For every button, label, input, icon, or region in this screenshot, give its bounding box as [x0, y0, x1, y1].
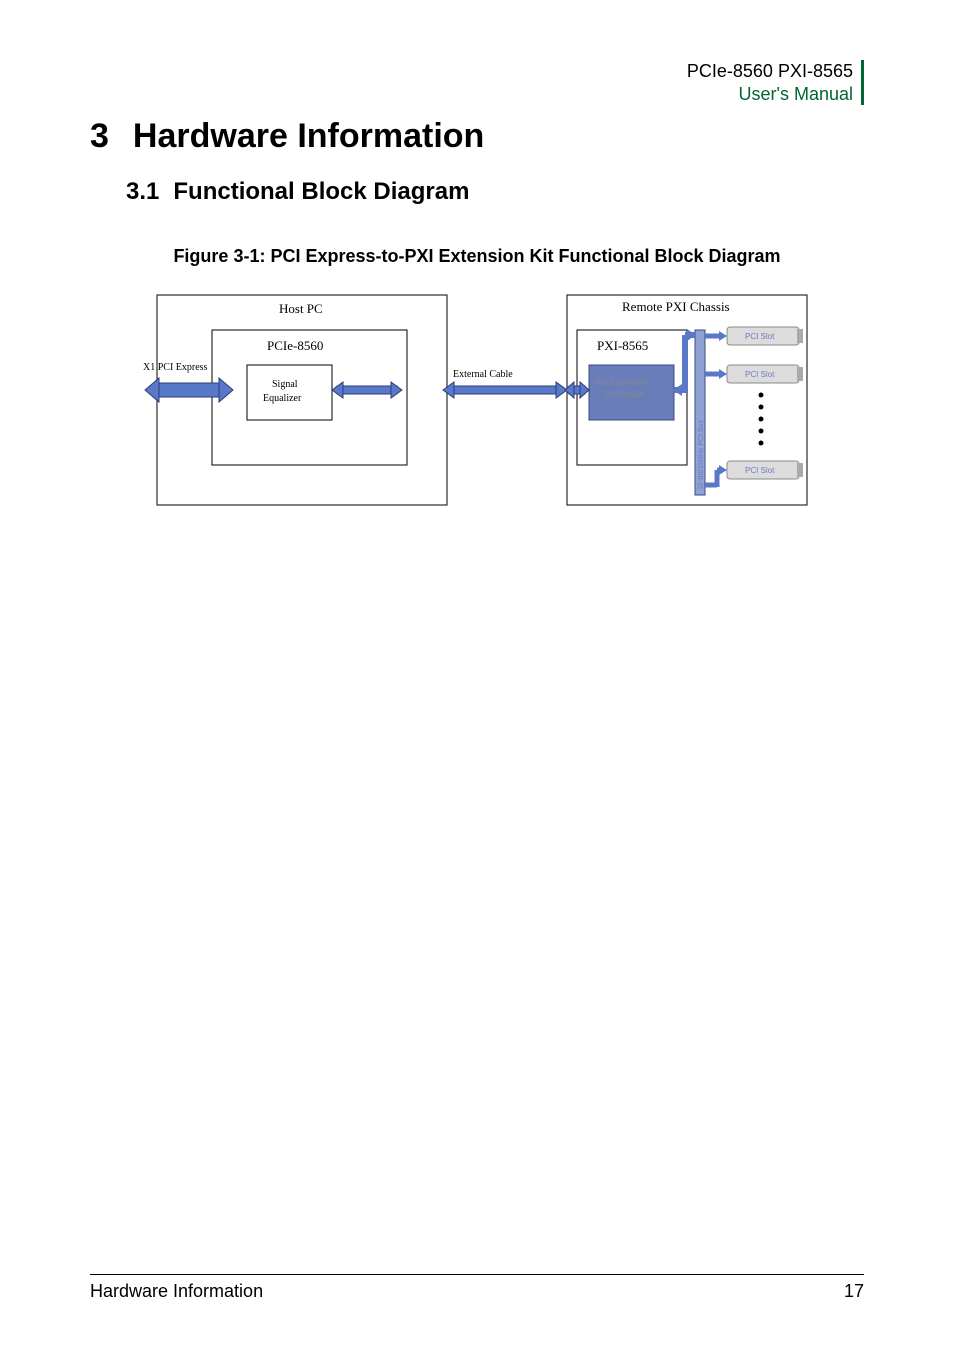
pci-slot-1-label: PCI Slot — [745, 332, 775, 341]
pci-bridge-l2: PCI Bridge — [605, 390, 644, 399]
pci-bus-label: 32-Bit/33MHz PCI Bus — [698, 419, 705, 490]
page-header: PCIe-8560 PXI-8565 User's Manual — [90, 60, 864, 105]
arrow-eq-to-edge — [332, 382, 402, 398]
signal-equalizer-l2: Equalizer — [263, 393, 302, 404]
slot-ellipsis — [759, 393, 764, 446]
pci-slot-n-label: PCI Slot — [745, 466, 775, 475]
chapter-number: 3 — [90, 117, 109, 156]
pci-bridge-l1: PCI Express-to — [595, 378, 649, 387]
host-pc-label: Host PC — [279, 301, 323, 316]
external-cable-label: External Cable — [453, 369, 513, 380]
section-number: 3.1 — [126, 178, 159, 206]
pci-slot-2: PCI Slot — [705, 365, 803, 383]
pci-slot-n: PCI Slot — [705, 461, 803, 487]
pxi-8565-label: PXI-8565 — [597, 338, 648, 353]
signal-equalizer-l1: Signal — [272, 379, 298, 390]
chapter-text: Hardware Information — [133, 117, 484, 155]
pci-slot-1: PCI Slot — [705, 327, 803, 345]
remote-pxi-chassis-label: Remote PXI Chassis — [622, 299, 730, 314]
section-text: Functional Block Diagram — [173, 178, 469, 205]
block-diagram: Host PC PCIe-8560 X1 PCI Express Signal … — [137, 285, 817, 515]
header-manual: User's Manual — [90, 83, 853, 106]
host-pc-box — [157, 295, 447, 505]
page-footer: Hardware Information 17 — [90, 1274, 864, 1302]
x1-pci-express-arrow — [145, 378, 233, 402]
figure-caption: Figure 3-1: PCI Express-to-PXI Extension… — [90, 246, 864, 267]
footer-section: Hardware Information — [90, 1281, 263, 1302]
footer-page-number: 17 — [844, 1281, 864, 1302]
pcie-8560-label: PCIe-8560 — [267, 338, 323, 353]
pci-slot-2-label: PCI Slot — [745, 370, 775, 379]
diagram-container: Host PC PCIe-8560 X1 PCI Express Signal … — [90, 285, 864, 515]
header-product: PCIe-8560 PXI-8565 — [90, 60, 853, 83]
bridge-to-bus-connector — [673, 329, 696, 396]
arrow-external-cable — [443, 382, 567, 398]
chapter-title: 3 Hardware Information — [90, 117, 864, 156]
section-title: 3.1 Functional Block Diagram — [126, 178, 864, 206]
page: PCIe-8560 PXI-8565 User's Manual 3 Hardwa… — [0, 0, 954, 1352]
x1-pci-express-label: X1 PCI Express — [143, 362, 208, 373]
